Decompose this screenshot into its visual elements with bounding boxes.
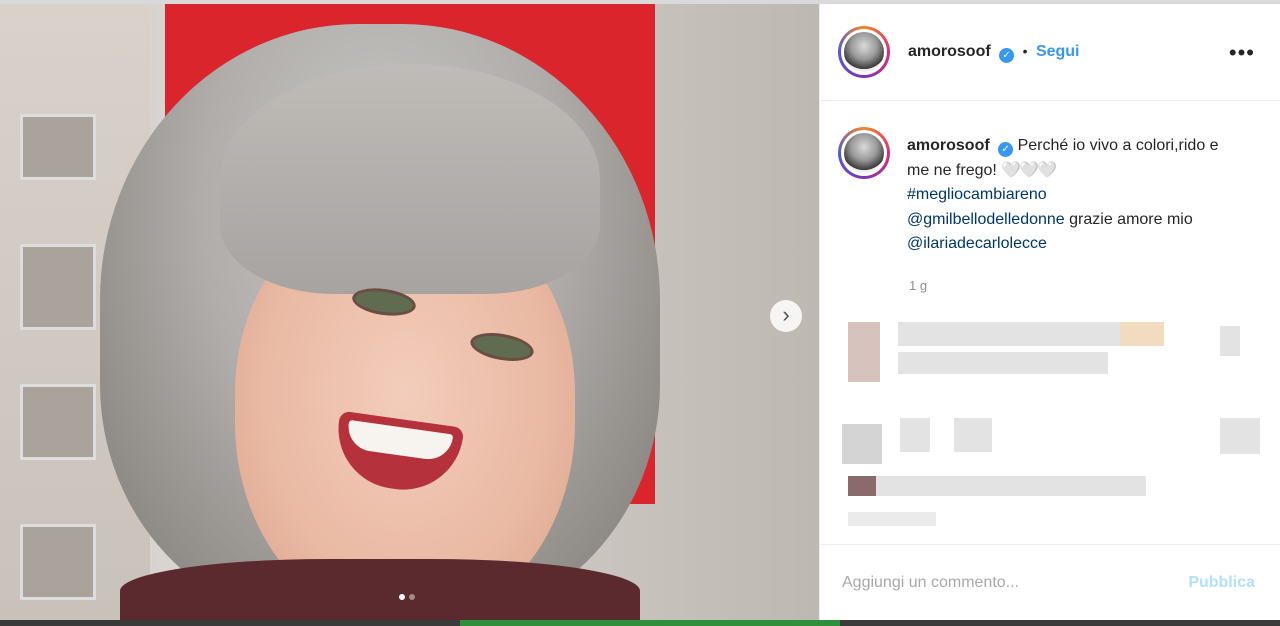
hashtag-link[interactable]: #megliocambiareno — [907, 186, 1047, 203]
post-timestamp: 1 g — [909, 278, 928, 293]
heart-emoji: 🤍🤍🤍 — [1001, 161, 1057, 179]
blurred-comment — [898, 322, 1158, 346]
header-avatar[interactable] — [838, 26, 890, 78]
carousel-next-button[interactable]: › — [770, 300, 802, 332]
subject-bangs — [220, 64, 600, 294]
caption-avatar[interactable] — [838, 127, 890, 179]
header-meta: amorosoof ✓ • Segui — [908, 43, 1080, 63]
carousel-dot — [399, 594, 405, 600]
caption-username[interactable]: amorosoof — [907, 137, 990, 154]
blurred-icon — [900, 418, 930, 452]
separator: • — [1022, 43, 1028, 59]
header-username[interactable]: amorosoof — [908, 43, 991, 60]
mention-link[interactable]: @gmilbellodelledonne — [907, 211, 1065, 228]
background-frame — [20, 384, 96, 460]
bottom-strip-accent — [460, 620, 840, 626]
post-header: amorosoof ✓ • Segui ••• — [820, 4, 1280, 101]
avatar-image — [844, 32, 884, 72]
blurred-comment — [1220, 326, 1240, 356]
blurred-comment — [1120, 322, 1164, 346]
post-sidebar: amorosoof ✓ • Segui ••• amorosoof ✓ Perc… — [819, 4, 1280, 620]
blurred-avatar — [848, 476, 876, 496]
mention-link[interactable]: @ilariadecarlolecce — [907, 235, 1047, 252]
blurred-icon — [1220, 418, 1260, 454]
publish-button[interactable]: Pubblica — [1188, 574, 1255, 592]
post-photo[interactable]: › — [0, 4, 819, 620]
chevron-right-icon: › — [782, 302, 790, 327]
blurred-comment — [898, 352, 1108, 374]
avatar-image — [844, 133, 884, 173]
background-frame — [20, 114, 96, 180]
background-frame — [20, 244, 96, 330]
carousel-dot — [409, 594, 415, 600]
verified-badge-icon: ✓ — [999, 48, 1015, 63]
carousel-indicator — [399, 594, 415, 600]
follow-button[interactable]: Segui — [1036, 43, 1080, 60]
blurred-date — [848, 512, 936, 526]
post-caption: amorosoof ✓ Perché io vivo a colori,rido… — [907, 134, 1237, 257]
blurred-icon — [842, 424, 882, 464]
blurred-likes — [876, 476, 1146, 496]
subject-sweater — [120, 559, 640, 620]
caption-text-2: grazie amore mio — [1069, 210, 1193, 228]
blurred-icon — [954, 418, 992, 452]
verified-badge-icon: ✓ — [998, 142, 1014, 157]
comment-input[interactable]: Aggiungi un commento... — [842, 574, 1019, 592]
blurred-avatar — [848, 322, 880, 382]
background-frame — [20, 524, 96, 600]
more-options-icon[interactable]: ••• — [1229, 40, 1255, 66]
divider — [820, 544, 1280, 545]
